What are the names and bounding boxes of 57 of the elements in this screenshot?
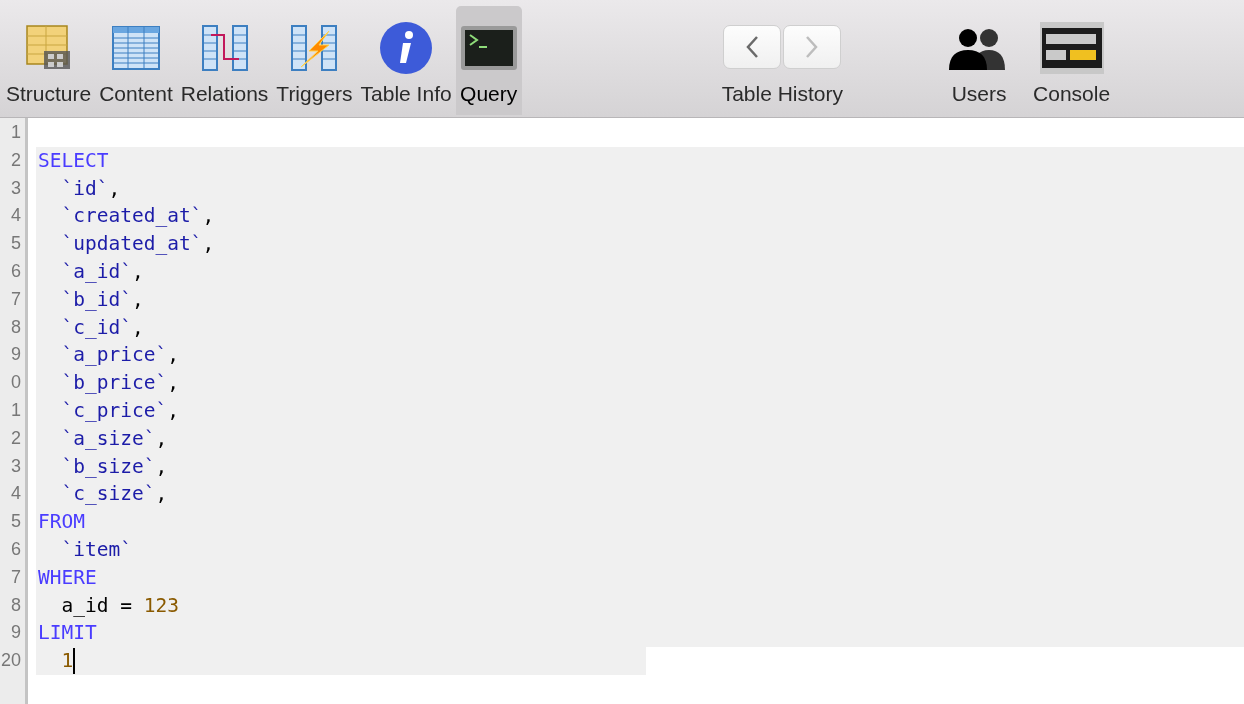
- line-number: 9: [11, 343, 22, 367]
- line-number: 3: [11, 454, 22, 478]
- line-number: 6: [11, 260, 22, 283]
- line-number: 8: [11, 593, 22, 617]
- line-number: 4: [11, 482, 22, 506]
- code-text: `a_id`,: [60, 259, 144, 285]
- line-number: 1: [11, 398, 22, 422]
- line-number: 7: [11, 565, 22, 589]
- code-text: `c_price`,: [60, 397, 179, 424]
- line-number: 7: [11, 287, 22, 311]
- code-text: 1: [60, 648, 74, 675]
- code-text: `updated_at`,: [60, 231, 215, 258]
- line-number: 3: [11, 176, 22, 200]
- toolbar-tab[interactable]: Query: [455, 6, 522, 115]
- console-icon: [1039, 22, 1104, 74]
- info-icon: [379, 21, 434, 75]
- toolbar-tab[interactable]: Triggers: [272, 6, 357, 115]
- code-text: `created_at`,: [60, 203, 215, 230]
- line-number: 8: [11, 315, 22, 339]
- line-number: 5: [11, 510, 22, 534]
- toolbar-button[interactable]: Console: [1029, 0, 1115, 117]
- code-text: `a_size`,: [60, 425, 168, 452]
- toolbar-tab[interactable]: Table Info: [356, 6, 456, 115]
- lightning-table-icon: [289, 23, 340, 73]
- line-number: 6: [11, 537, 22, 561]
- code-text: `b_price`,: [60, 370, 179, 397]
- code-text: `id`,: [60, 175, 121, 202]
- toolbar-tab[interactable]: Structure: [2, 6, 96, 115]
- chevron-right-icon: [805, 35, 820, 59]
- line-number: 20: [0, 649, 22, 673]
- relations-icon: [199, 23, 250, 73]
- code-text: SELECT: [38, 147, 109, 174]
- code-text: `c_id`,: [60, 314, 144, 341]
- chevron-left-icon: [745, 35, 760, 59]
- line-number: 4: [11, 204, 22, 228]
- code-text: LIMIT: [38, 620, 97, 647]
- toolbar-button[interactable]: Users: [943, 0, 1016, 117]
- code-text: a_id = 123: [60, 592, 179, 619]
- line-number: 0: [11, 371, 22, 395]
- toolbar-tab[interactable]: Content: [95, 6, 177, 115]
- back-button[interactable]: [723, 25, 782, 69]
- code-text: FROM: [38, 509, 85, 536]
- line-number: 2: [11, 148, 22, 172]
- code-text: `c_size`,: [60, 481, 168, 508]
- line-number: 2: [11, 426, 22, 450]
- line-number: 9: [11, 621, 22, 645]
- code-text: `item`: [60, 536, 132, 563]
- code-text: `b_size`,: [60, 453, 168, 480]
- code-text: WHERE: [38, 564, 97, 591]
- table-grid-icon: [111, 23, 161, 73]
- toolbar-label: Table History: [721, 81, 844, 107]
- line-number: 1: [11, 121, 22, 144]
- terminal-icon: [459, 25, 518, 71]
- line-number: 5: [11, 232, 22, 256]
- code-text: `a_price`,: [60, 342, 179, 369]
- toolbar-tab[interactable]: Relations: [176, 6, 273, 115]
- code-text: `b_id`,: [60, 286, 144, 313]
